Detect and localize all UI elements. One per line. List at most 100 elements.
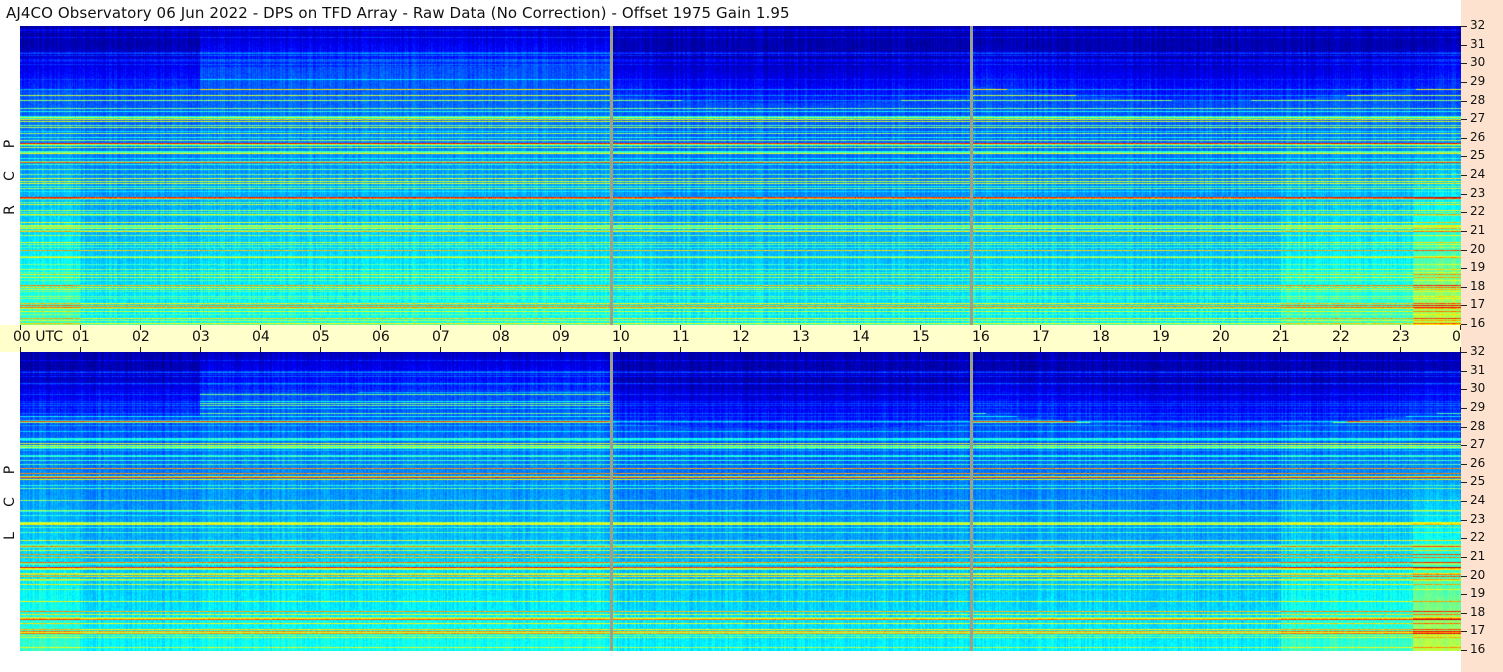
- freq-tick-label: 31: [1470, 36, 1486, 51]
- freq-tick: [1461, 501, 1467, 502]
- time-tick-label: 12: [732, 329, 750, 345]
- freq-tick-label: 25: [1470, 474, 1486, 489]
- freq-tick-label: 30: [1470, 55, 1486, 70]
- freq-tick-label: 16: [1470, 642, 1486, 656]
- freq-tick: [1461, 389, 1467, 391]
- time-tick-label: 13: [792, 329, 810, 345]
- time-marker-line: [610, 352, 613, 651]
- freq-tick: [1461, 612, 1467, 614]
- freq-tick: [1461, 193, 1467, 195]
- freq-tick: [1461, 81, 1467, 83]
- time-tick-label: 20: [1212, 329, 1230, 345]
- time-tick-label: 22: [1332, 329, 1350, 345]
- time-tick-label: 15: [912, 329, 930, 345]
- rcp-letter-c: C: [2, 171, 18, 181]
- freq-tick-label: 32: [1470, 344, 1486, 358]
- time-tick-label: 23: [1392, 329, 1410, 345]
- freq-tick: [1461, 26, 1467, 27]
- time-tick-label: 07: [432, 329, 450, 345]
- freq-tick: [1461, 100, 1467, 102]
- time-axis-bar: 00 UTC 01 02 03 04 05 06 07 08 09 10 11 12 13 14 15 16 17…: [0, 325, 1498, 352]
- time-tick-label: 02: [132, 329, 150, 345]
- freq-tick-label: 19: [1470, 586, 1486, 601]
- lcp-label-strip: L C P: [0, 352, 20, 652]
- time-marker-line: [970, 26, 973, 325]
- time-marker-line: [970, 352, 973, 651]
- freq-tick-label: 20: [1470, 567, 1486, 582]
- rcp-label-strip: R C P: [0, 26, 20, 325]
- freq-tick: [1461, 407, 1467, 409]
- freq-tick: [1461, 519, 1467, 521]
- freq-tick: [1461, 631, 1467, 633]
- time-tick-label: 05: [312, 329, 330, 345]
- time-tick-label: 04: [252, 329, 270, 345]
- freq-tick: [1461, 650, 1467, 651]
- time-tick-label: 17: [1032, 329, 1050, 345]
- rcp-letter-r: R: [2, 205, 18, 215]
- freq-tick: [1461, 445, 1467, 447]
- bottom-strip: [0, 652, 1461, 672]
- freq-tick-label: 23: [1470, 511, 1486, 526]
- freq-tick-label: 30: [1470, 381, 1486, 396]
- freq-tick: [1461, 324, 1467, 325]
- frequency-axis: 32 31 30 29 28 27 26 25 24 23 22 21 20 19 18 17 16 32 31 30…: [1461, 0, 1503, 672]
- freq-tick-label: 26: [1470, 129, 1486, 144]
- lcp-spectrogram-canvas: [20, 352, 1461, 651]
- freq-tick-label: 18: [1470, 604, 1486, 619]
- freq-tick: [1461, 352, 1467, 353]
- freq-tick-label: 23: [1470, 185, 1486, 200]
- freq-tick: [1461, 119, 1467, 121]
- freq-tick: [1461, 426, 1467, 428]
- freq-tick-label: 31: [1470, 362, 1486, 377]
- freq-tick: [1461, 594, 1467, 596]
- rcp-spectrogram-canvas: [20, 26, 1461, 325]
- freq-tick: [1461, 249, 1467, 251]
- rcp-spectrogram: [20, 26, 1461, 325]
- rcp-letter-p: P: [2, 139, 18, 149]
- freq-tick: [1461, 305, 1467, 307]
- freq-tick: [1461, 175, 1467, 176]
- title-bar: AJ4CO Observatory 06 Jun 2022 - DPS on T…: [0, 0, 1461, 26]
- freq-tick-label: 27: [1470, 437, 1486, 452]
- time-tick-label: 11: [672, 329, 690, 345]
- time-marker-line: [610, 26, 613, 325]
- chart-title: AJ4CO Observatory 06 Jun 2022 - DPS on T…: [6, 4, 790, 22]
- freq-tick-label: 19: [1470, 260, 1486, 275]
- freq-tick-label: 29: [1470, 73, 1486, 88]
- freq-tick: [1461, 230, 1467, 232]
- freq-tick: [1461, 212, 1467, 214]
- freq-tick-label: 16: [1470, 316, 1486, 330]
- lcp-letter-l: L: [2, 532, 18, 540]
- freq-tick: [1461, 268, 1467, 270]
- time-tick-label: 06: [372, 329, 390, 345]
- time-tick-label: 00 UTC: [13, 329, 64, 345]
- freq-tick: [1461, 556, 1467, 558]
- freq-tick: [1461, 286, 1467, 288]
- lcp-letter-p: P: [2, 465, 18, 475]
- time-tick-label: 01: [72, 329, 90, 345]
- freq-tick-label: 18: [1470, 278, 1486, 293]
- time-tick-label: 21: [1272, 329, 1290, 345]
- time-tick-label: 03: [192, 329, 210, 345]
- freq-tick: [1461, 44, 1467, 46]
- freq-tick-label: 21: [1470, 548, 1486, 563]
- freq-tick-label: 24: [1470, 493, 1486, 507]
- freq-tick-label: 25: [1470, 148, 1486, 163]
- time-tick-label: 14: [852, 329, 870, 345]
- freq-tick: [1461, 137, 1467, 139]
- freq-tick-label: 22: [1470, 530, 1486, 545]
- time-tick-label: 16: [972, 329, 990, 345]
- time-tick-label: 18: [1092, 329, 1110, 345]
- freq-tick: [1461, 63, 1467, 65]
- time-tick-label: 08: [492, 329, 510, 345]
- freq-tick: [1461, 575, 1467, 577]
- freq-tick: [1461, 538, 1467, 540]
- freq-tick-label: 21: [1470, 222, 1486, 237]
- time-tick-label: 09: [552, 329, 570, 345]
- freq-tick-label: 17: [1470, 297, 1486, 312]
- freq-tick-label: 27: [1470, 111, 1486, 126]
- freq-tick-label: 32: [1470, 18, 1486, 32]
- freq-tick-label: 29: [1470, 399, 1486, 414]
- freq-tick-label: 24: [1470, 167, 1486, 181]
- freq-tick-label: 17: [1470, 623, 1486, 638]
